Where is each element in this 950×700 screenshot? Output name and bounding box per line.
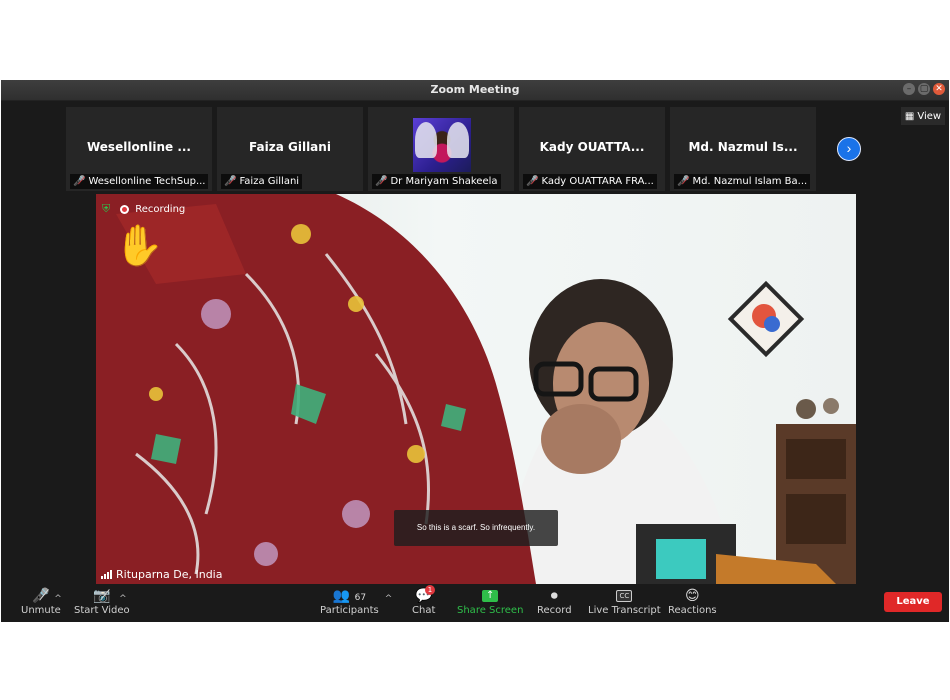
participant-name-bar: 🎤̸ Kady OUATTARA FRA... — [523, 174, 657, 189]
speaker-name: Rituparna De, India — [116, 568, 223, 581]
participant-name: Md. Nazmul Islam Ba... — [692, 176, 808, 187]
participant-display-name: Faiza Gillani — [249, 140, 331, 154]
participants-button[interactable]: 👥 67 ^ Participants — [320, 587, 393, 616]
next-page-arrow-icon[interactable]: › — [837, 137, 861, 161]
participant-name: Wesellonline TechSup... — [88, 176, 206, 187]
record-dot-icon — [120, 204, 130, 214]
live-transcript-button[interactable]: CC Live Transcript — [588, 587, 661, 616]
record-label: Record — [537, 605, 572, 616]
participant-name: Kady OUATTARA FRA... — [541, 176, 654, 187]
active-speaker-video: ⛨ Recording ✋ So this is a scarf. So inf… — [96, 194, 856, 584]
raised-hand-icon: ✋ — [114, 224, 164, 268]
participant-tile[interactable]: Faiza Gillani 🎤̸ Faiza Gillani — [217, 107, 363, 191]
participants-icon: 👥 67 ^ — [333, 587, 393, 605]
mic-muted-icon: 🎤̸ ^ — [32, 587, 62, 605]
view-button[interactable]: ▦ View — [901, 107, 945, 125]
title-bar: Zoom Meeting – ▢ ✕ — [1, 80, 949, 101]
chat-button[interactable]: 💬 1 Chat — [412, 585, 436, 616]
speaker-name-label: Rituparna De, India — [101, 568, 222, 581]
chevron-up-icon[interactable]: ^ — [54, 590, 62, 608]
caption-text: So this is a scarf. So infrequently. — [394, 510, 558, 546]
participant-name-bar: 🎤̸ Faiza Gillani — [221, 174, 303, 189]
window-controls: – ▢ ✕ — [903, 83, 945, 95]
live-transcript-label: Live Transcript — [588, 605, 661, 616]
mic-muted-icon: 🎤̸ — [677, 176, 690, 187]
reactions-label: Reactions — [668, 605, 717, 616]
zoom-window: Zoom Meeting – ▢ ✕ Wesellonline ... 🎤̸ W… — [1, 80, 949, 622]
view-button-label: View — [917, 110, 942, 122]
share-screen-icon: ↑ — [482, 590, 499, 602]
video-off-icon: 📷̸ ^ — [93, 587, 127, 605]
share-screen-button[interactable]: ↑ Share Screen — [457, 587, 523, 616]
participant-name-bar: 🎤̸ Md. Nazmul Islam Ba... — [674, 174, 811, 189]
minimize-button[interactable]: – — [903, 83, 915, 95]
record-button[interactable]: ⏺ Record — [537, 587, 572, 616]
participant-name: Faiza Gillani — [239, 176, 300, 187]
close-button[interactable]: ✕ — [933, 83, 945, 95]
start-video-button[interactable]: 📷̸ ^ Start Video — [74, 587, 130, 616]
grid-icon: ▦ — [904, 110, 915, 122]
cc-icon: CC — [616, 590, 633, 602]
mic-muted-icon: 🎤̸ — [73, 176, 86, 187]
leave-button[interactable]: Leave — [884, 592, 942, 612]
participant-name: Dr Mariyam Shakeela — [390, 176, 498, 187]
reactions-button[interactable]: 😊 Reactions — [668, 587, 717, 616]
meeting-toolbar: 🎤̸ ^ Unmute 📷̸ ^ Start Video 👥 67 ^ Partici… — [1, 584, 949, 622]
mic-muted-icon: 🎤̸ — [526, 176, 539, 187]
participants-count: 67 — [354, 593, 367, 603]
participant-strip: Wesellonline ... 🎤̸ Wesellonline TechSup… — [66, 107, 816, 191]
window-title: Zoom Meeting — [430, 83, 520, 96]
recording-label: Recording — [135, 203, 186, 215]
chevron-up-icon[interactable]: ^ — [119, 590, 127, 608]
participant-display-name: Kady OUATTA... — [539, 140, 645, 154]
participant-tile[interactable]: Wesellonline ... 🎤̸ Wesellonline TechSup… — [66, 107, 212, 191]
participant-name-bar: 🎤̸ Wesellonline TechSup... — [70, 174, 209, 189]
participant-tile[interactable]: Kady OUATTA... 🎤̸ Kady OUATTARA FRA... — [519, 107, 665, 191]
shield-icon: ⛨ — [102, 202, 111, 215]
mic-muted-icon: 🎤̸ — [224, 176, 237, 187]
participant-display-name: Wesellonline ... — [86, 140, 191, 154]
participant-name-bar: 🎤̸ Dr Mariyam Shakeela — [372, 174, 501, 189]
recording-indicator: ⛨ Recording — [102, 202, 185, 216]
signal-bars-icon — [101, 570, 112, 579]
record-icon: ⏺ — [550, 588, 558, 604]
chat-icon: 💬 1 — [415, 585, 435, 605]
participant-photo — [413, 118, 471, 172]
participants-label: Participants — [320, 605, 379, 616]
mic-muted-icon: 🎤̸ — [375, 176, 388, 187]
maximize-button[interactable]: ▢ — [918, 83, 930, 95]
share-screen-label: Share Screen — [457, 605, 524, 616]
participant-display-name: Md. Nazmul Is... — [688, 140, 798, 154]
unmute-button[interactable]: 🎤̸ ^ Unmute — [21, 587, 62, 616]
chat-badge: 1 — [424, 585, 435, 595]
participant-tile[interactable]: 🎤̸ Dr Mariyam Shakeela — [368, 107, 514, 191]
chat-label: Chat — [412, 605, 436, 616]
reactions-icon: 😊 — [685, 588, 700, 604]
chevron-up-icon[interactable]: ^ — [385, 590, 393, 608]
participant-tile[interactable]: Md. Nazmul Is... 🎤̸ Md. Nazmul Islam Ba.… — [670, 107, 816, 191]
